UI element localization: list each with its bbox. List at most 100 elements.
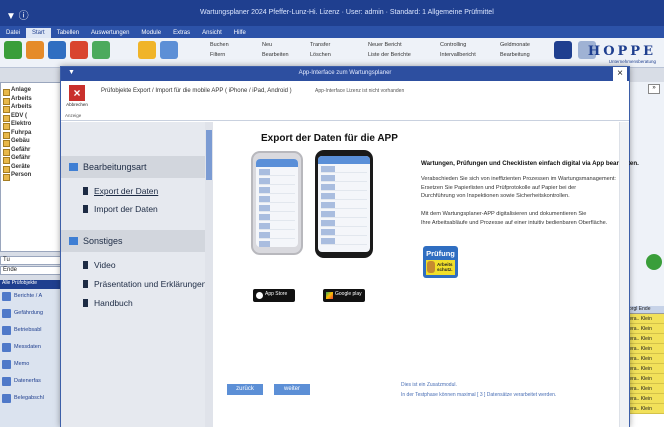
next-button[interactable]: weiter — [274, 384, 310, 395]
system-menu-icon[interactable]: ▼ ⓘ — [6, 7, 29, 22]
tree-item[interactable]: Gefähr — [1, 147, 63, 155]
sidebar-item-import[interactable]: Import der Daten — [83, 204, 158, 214]
ribbon-icon-6[interactable] — [138, 41, 156, 59]
ribbon-icon-3[interactable] — [48, 41, 66, 59]
module-item[interactable]: Betriebsabl — [0, 323, 64, 340]
sidebar-item-export[interactable]: Export der Daten — [83, 186, 158, 196]
dialog-close-icon[interactable]: × — [613, 67, 627, 81]
ribbon-icon-7[interactable] — [160, 41, 178, 59]
license-status-text: App-Interface Lizenz ist nicht vorhanden — [315, 88, 405, 94]
ribbon-loeschen[interactable]: Löschen — [310, 52, 331, 58]
tree-item[interactable]: Fuhrpa — [1, 130, 63, 138]
sidebar-item-video[interactable]: Video — [83, 260, 116, 270]
dialog-title: App-Interface zum Wartungsplaner — [298, 70, 392, 76]
sidebar-scroll-thumb[interactable] — [206, 130, 212, 180]
cancel-button[interactable]: × Abbrechen — [65, 85, 89, 111]
close-x-icon: × — [69, 85, 85, 101]
tree-item[interactable]: Person — [1, 172, 63, 181]
table-row[interactable]: Bera.. Klein — [624, 334, 664, 344]
sidebar-item-handbuch[interactable]: Handbuch — [83, 298, 133, 308]
ribbon-icon-1[interactable] — [4, 41, 22, 59]
google-play-badge[interactable]: Google play — [323, 289, 365, 302]
menu-datei[interactable]: Datei — [0, 28, 26, 38]
module-item[interactable]: Messdaten — [0, 340, 64, 357]
sidebar-item-praesentation[interactable]: Präsentation und Erklärungen — [83, 279, 206, 289]
content-title: Export der Daten für die APP — [261, 133, 398, 144]
ribbon-neuer-bericht[interactable]: Neuer Bericht — [368, 42, 402, 48]
google-play-label: Google play — [335, 291, 362, 297]
tree-item[interactable]: Geräte — [1, 164, 63, 172]
ribbon-bearbeitung[interactable]: Bearbeitung — [500, 52, 530, 58]
tree-item[interactable]: EDV ( — [1, 113, 63, 121]
ribbon-icon-5[interactable] — [92, 41, 110, 59]
ribbon-geldmonate[interactable]: Geldmonate — [500, 42, 530, 48]
ribbon-liste-berichte[interactable]: Liste der Berichte — [368, 52, 411, 58]
sidebar-scrollbar[interactable] — [205, 122, 213, 427]
app-store-badge[interactable]: App Store — [253, 289, 295, 302]
section-title: Bearbeitungsart — [83, 162, 147, 172]
bullet-icon — [83, 299, 88, 307]
table-row[interactable]: Bera.. Klein — [624, 364, 664, 374]
sidebar-item-label: Handbuch — [94, 298, 133, 308]
paragraph-line: Verabschieden Sie sich von ineffizienten… — [421, 176, 616, 182]
module-item[interactable]: Gefährdung — [0, 306, 64, 323]
menu-hilfe[interactable]: Hilfe — [228, 28, 252, 38]
menu-extras[interactable]: Extras — [167, 28, 196, 38]
menu-module[interactable]: Module — [135, 28, 167, 38]
tree-item[interactable]: Anlage — [1, 87, 63, 96]
bullet-icon — [83, 261, 88, 269]
module-item[interactable]: Belegabschl — [0, 391, 64, 408]
filter-field[interactable]: Ende — [0, 266, 64, 275]
ribbon-buchen[interactable]: Buchen — [210, 42, 229, 48]
table-row[interactable]: Bera.. Klein — [624, 374, 664, 384]
ribbon-chart-icon[interactable] — [26, 41, 44, 59]
tree-item[interactable]: Arbeits — [1, 96, 63, 104]
content-scrollbar[interactable] — [619, 122, 629, 427]
paragraph-line: Ihre Arbeitsabläufe und Prozesse auf ein… — [421, 219, 608, 226]
content-headline: Wartungen, Prüfungen und Checklisten ein… — [421, 160, 639, 167]
tree-item[interactable]: Gebäu — [1, 138, 63, 147]
menu-ansicht[interactable]: Ansicht — [196, 28, 228, 38]
ribbon-intervallbericht[interactable]: Intervallbericht — [440, 52, 476, 58]
ribbon-group-label: Anzeige — [65, 113, 82, 118]
scroll-right-icon[interactable]: » — [648, 84, 660, 94]
dialog-sidebar: Bearbeitungsart Export der Daten Import … — [61, 122, 213, 427]
tree-item[interactable]: Gefähr — [1, 155, 63, 164]
badge-title: Prüfung — [426, 249, 455, 258]
section-square-icon — [69, 237, 78, 245]
thumbs-up-icon — [427, 261, 435, 273]
bullet-icon — [83, 187, 88, 195]
section-sonstiges[interactable]: Sonstiges — [61, 230, 205, 252]
ribbon-device-icon[interactable] — [554, 41, 572, 59]
ribbon-neu[interactable]: Neu — [262, 42, 272, 48]
table-row[interactable]: Bera.. Klein — [624, 404, 664, 414]
tree-item[interactable]: Elektro — [1, 121, 63, 130]
filter-field[interactable]: Tu — [0, 256, 64, 265]
table-row[interactable]: Bera.. Klein — [624, 394, 664, 404]
right-table-header: Vorgl Ende — [624, 306, 664, 314]
sidebar-item-label: Import der Daten — [94, 204, 158, 214]
table-row[interactable]: Bera.. Klein — [624, 314, 664, 324]
module-item[interactable]: Memo — [0, 357, 64, 374]
menu-tabellen[interactable]: Tabellen — [51, 28, 85, 38]
module-item[interactable]: Datenerfas — [0, 374, 64, 391]
back-button[interactable]: zurück — [227, 384, 263, 395]
ribbon-controlling[interactable]: Controlling — [440, 42, 466, 48]
paragraph-line: Ersetzen Sie Papierlisten und Prüfprotok… — [421, 184, 577, 191]
ribbon-filtern[interactable]: Filtern — [210, 52, 225, 58]
table-row[interactable]: Bera.. Klein — [624, 384, 664, 394]
bullet-icon — [83, 205, 88, 213]
tree-item[interactable]: Arbeits — [1, 104, 63, 113]
module-item[interactable]: Berichte / A — [0, 289, 64, 306]
table-row[interactable]: Bera.. Klein — [624, 324, 664, 334]
ribbon-transfer[interactable]: Transfer — [310, 42, 330, 48]
menu-auswertungen[interactable]: Auswertungen — [85, 28, 135, 38]
menu-start[interactable]: Start — [26, 28, 51, 38]
ribbon-icon-4[interactable] — [70, 41, 88, 59]
right-table: Vorgl Ende Bera.. Klein Bera.. Klein Ber… — [624, 306, 664, 427]
table-row[interactable]: Bera.. Klein — [624, 344, 664, 354]
ribbon-bearbeiten[interactable]: Bearbeiten — [262, 52, 289, 58]
left-list-header: Alle Prüfobjekte — [0, 280, 64, 289]
table-row[interactable]: Bera.. Klein — [624, 354, 664, 364]
section-bearbeitungsart[interactable]: Bearbeitungsart — [61, 156, 205, 178]
